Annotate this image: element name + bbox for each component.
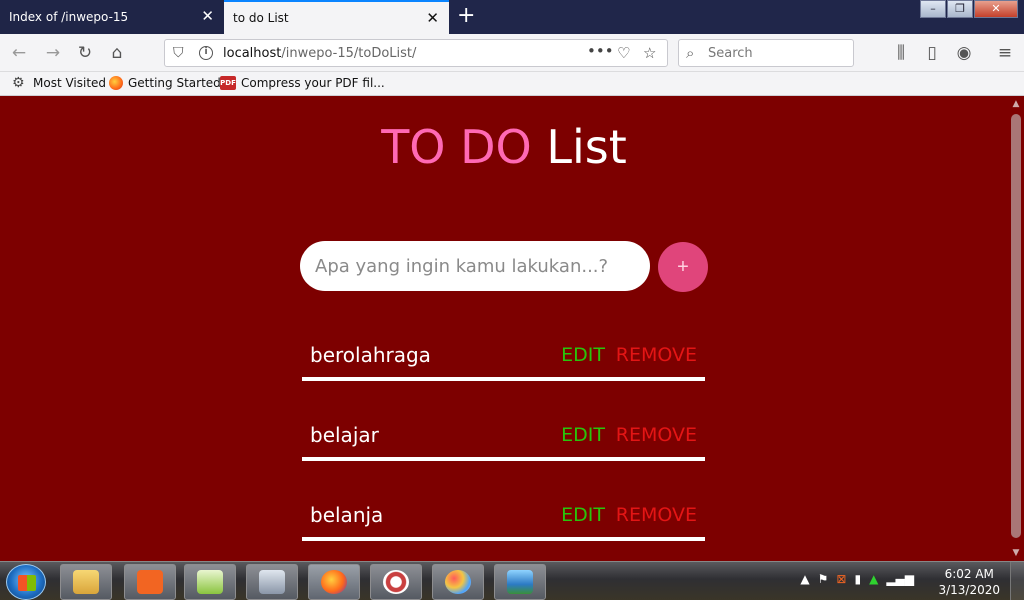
todo-page: TO DO List + berolahraga EDIT REMOVE bel… bbox=[0, 96, 1008, 561]
windows-taskbar: ▲ ⚑ ⊠ ▮ ▲ ▂▄▆ 6:02 AM 3/13/2020 bbox=[0, 561, 1024, 600]
system-tray: ▲ ⚑ ⊠ ▮ ▲ ▂▄▆ bbox=[800, 572, 914, 586]
add-button[interactable]: + bbox=[658, 242, 708, 292]
forward-icon[interactable]: → bbox=[42, 42, 64, 64]
snipping-tool-icon[interactable] bbox=[370, 564, 422, 600]
url-text[interactable]: localhost/inwepo-15/toDoList/ bbox=[223, 46, 416, 61]
sidebar-icon[interactable]: ▯ bbox=[921, 42, 943, 64]
title-accent: TO DO bbox=[381, 120, 532, 174]
maximize-icon[interactable]: ❐ bbox=[947, 0, 973, 18]
todo-item: belajar EDIT REMOVE bbox=[302, 401, 705, 461]
windows-logo-icon bbox=[18, 575, 36, 591]
action-center-flag-icon[interactable]: ⚑ bbox=[818, 572, 829, 586]
bookmark-label: Most Visited bbox=[33, 76, 107, 90]
scroll-down-icon[interactable]: ▼ bbox=[1008, 545, 1024, 561]
window-close-icon[interactable]: ✕ bbox=[974, 0, 1018, 18]
remove-button[interactable]: REMOVE bbox=[616, 424, 697, 446]
reload-icon[interactable]: ↻ bbox=[74, 42, 96, 64]
pocket-icon[interactable]: ♡ bbox=[617, 44, 630, 62]
bookmark-label: Getting Started bbox=[128, 76, 221, 90]
start-button[interactable] bbox=[6, 564, 46, 600]
bookmark-compress-pdf[interactable]: PDF Compress your PDF fil... bbox=[220, 76, 385, 90]
todo-item: berolahraga EDIT REMOVE bbox=[302, 321, 705, 381]
show-desktop-button[interactable] bbox=[1010, 562, 1024, 600]
network-warning-icon[interactable]: ▲ bbox=[869, 572, 878, 586]
page-actions-icon[interactable]: ••• bbox=[587, 42, 614, 60]
navigation-bar: ← → ↻ ⌂ ⛉ i localhost/inwepo-15/toDoList… bbox=[0, 34, 1024, 72]
firefox-icon bbox=[109, 76, 123, 90]
photo-viewer-icon[interactable] bbox=[494, 564, 546, 600]
new-tab-icon[interactable]: + bbox=[457, 5, 475, 27]
remove-button[interactable]: REMOVE bbox=[616, 504, 697, 526]
search-input[interactable]: ⌕ Search bbox=[678, 39, 854, 67]
site-info-icon[interactable]: i bbox=[199, 46, 213, 60]
bookmark-most-visited[interactable]: ⚙ Most Visited bbox=[12, 76, 106, 90]
account-icon[interactable]: ◉ bbox=[953, 42, 975, 64]
page-scrollbar[interactable]: ▲ ▼ bbox=[1008, 96, 1024, 561]
tab-bar: Index of /inwepo-15 ✕ to do List ✕ + – ❐… bbox=[0, 0, 1024, 34]
clock-date: 3/13/2020 bbox=[938, 583, 1000, 597]
title-main: List bbox=[546, 120, 627, 174]
pdf-icon: PDF bbox=[220, 76, 236, 90]
notepad-plus-icon[interactable] bbox=[184, 564, 236, 600]
todo-item-text: belajar bbox=[310, 423, 379, 447]
tab-label: to do List bbox=[233, 11, 289, 25]
tab-label: Index of /inwepo-15 bbox=[9, 10, 129, 24]
tracking-shield-icon[interactable]: ⛉ bbox=[173, 45, 184, 61]
edit-button[interactable]: EDIT bbox=[561, 504, 605, 526]
system-clock[interactable]: 6:02 AM 3/13/2020 bbox=[938, 566, 1000, 598]
signal-icon[interactable]: ▂▄▆ bbox=[886, 572, 914, 586]
scroll-up-icon[interactable]: ▲ bbox=[1008, 96, 1024, 112]
minimize-icon[interactable]: – bbox=[920, 0, 946, 18]
show-hidden-icons-icon[interactable]: ▲ bbox=[800, 572, 809, 586]
close-icon[interactable]: ✕ bbox=[201, 9, 214, 24]
firefox-icon[interactable] bbox=[308, 564, 360, 600]
home-icon[interactable]: ⌂ bbox=[106, 42, 128, 64]
window-controls: – ❐ ✕ bbox=[919, 0, 1018, 18]
clock-time: 6:02 AM bbox=[944, 567, 994, 581]
close-icon[interactable]: ✕ bbox=[426, 11, 439, 26]
library-icon[interactable]: ⫼ bbox=[890, 42, 912, 64]
back-icon[interactable]: ← bbox=[8, 42, 30, 64]
url-bar[interactable]: ⛉ i localhost/inwepo-15/toDoList/ ••• ♡ … bbox=[164, 39, 668, 67]
todo-item-text: belanja bbox=[310, 503, 384, 527]
page-title: TO DO List bbox=[0, 120, 1008, 174]
bookmark-star-icon[interactable]: ☆ bbox=[643, 44, 656, 62]
remove-button[interactable]: REMOVE bbox=[616, 344, 697, 366]
tab-index[interactable]: Index of /inwepo-15 ✕ bbox=[0, 0, 224, 34]
xampp-icon[interactable] bbox=[124, 564, 176, 600]
xampp-tray-icon[interactable]: ⊠ bbox=[836, 572, 846, 586]
search-placeholder: Search bbox=[708, 46, 753, 61]
calculator-icon[interactable] bbox=[246, 564, 298, 600]
power-icon[interactable]: ▮ bbox=[854, 572, 861, 586]
todo-item-text: berolahraga bbox=[310, 343, 431, 367]
todo-item: belanja EDIT REMOVE bbox=[302, 481, 705, 541]
gear-icon: ⚙ bbox=[12, 75, 25, 91]
bookmark-label: Compress your PDF fil... bbox=[241, 76, 385, 90]
tab-todo[interactable]: to do List ✕ bbox=[224, 0, 449, 34]
paint-icon[interactable] bbox=[432, 564, 484, 600]
edit-button[interactable]: EDIT bbox=[561, 344, 605, 366]
explorer-icon[interactable] bbox=[60, 564, 112, 600]
bookmark-getting-started[interactable]: Getting Started bbox=[109, 76, 221, 90]
scroll-thumb[interactable] bbox=[1011, 114, 1021, 538]
search-icon: ⌕ bbox=[686, 44, 695, 62]
menu-icon[interactable]: ≡ bbox=[994, 42, 1016, 64]
edit-button[interactable]: EDIT bbox=[561, 424, 605, 446]
todo-input[interactable] bbox=[300, 241, 650, 291]
bookmarks-toolbar: ⚙ Most Visited Getting Started PDF Compr… bbox=[0, 72, 1024, 96]
